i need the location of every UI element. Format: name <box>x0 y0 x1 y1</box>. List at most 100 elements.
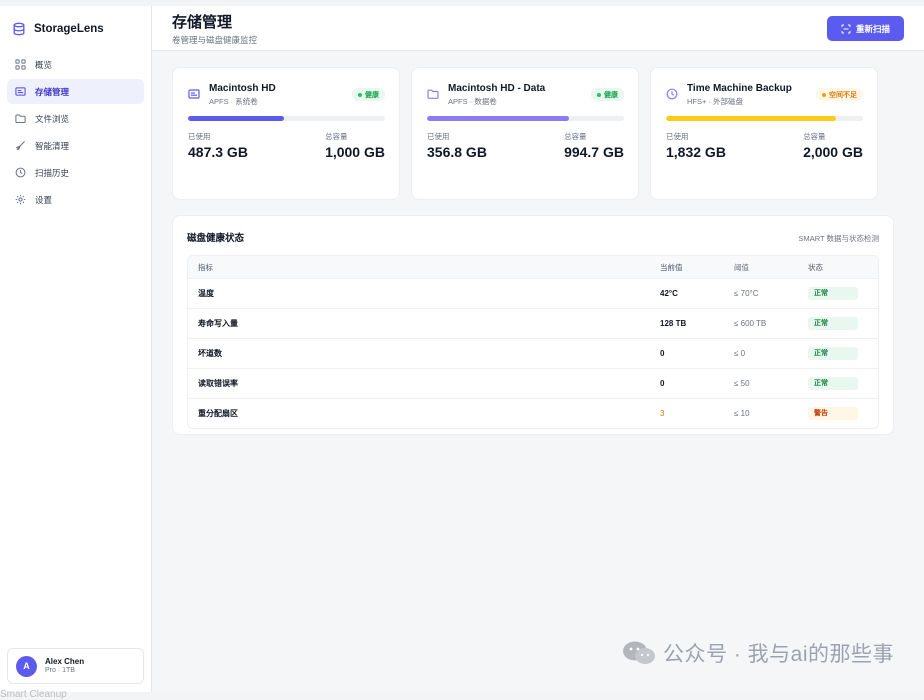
rescan-button[interactable]: 重新扫描 <box>827 16 904 41</box>
sidebar: StorageLens 概览 存储管理 文件浏览 智能清理 扫描历史 设置 A … <box>0 6 152 692</box>
sidebar-item-overview[interactable]: 概览 <box>7 52 144 77</box>
total-value: 2,000 GB <box>803 144 863 160</box>
value-cell: 0 <box>660 349 665 358</box>
sidebar-item-history[interactable]: 扫描历史 <box>7 160 144 185</box>
volume-name: Macintosh HD <box>209 83 276 94</box>
sidebar-item-storage[interactable]: 存储管理 <box>7 79 144 104</box>
volume-meta: APFS · 数据卷 <box>448 97 497 106</box>
status-badge: 正常 <box>808 347 858 360</box>
volume-meta: HFS+ · 外部磁盘 <box>687 97 744 106</box>
used-label: 已使用 <box>188 132 211 141</box>
disk-health-panel: 磁盘健康状态 SMART 数据与状态检测 指标 当前值 阈值 状态 温度 42°… <box>172 215 894 435</box>
status-badge: 正常 <box>808 317 858 330</box>
sidebar-item-label: 扫描历史 <box>35 167 70 178</box>
threshold-cell: ≤ 10 <box>734 409 750 418</box>
total-value: 994.7 GB <box>564 144 624 160</box>
sidebar-item-settings[interactable]: 设置 <box>7 187 144 212</box>
brand-name: StorageLens <box>34 23 104 35</box>
total-label: 总容量 <box>564 132 587 141</box>
metric-cell: 坏道数 <box>198 349 222 358</box>
section-title: 磁盘健康状态 <box>187 233 245 244</box>
usage-bar <box>427 116 624 121</box>
threshold-cell: ≤ 70°C <box>734 289 759 298</box>
clock-icon <box>666 88 679 101</box>
metric-cell: 读取错误率 <box>198 379 238 388</box>
status-dot <box>822 92 826 97</box>
volume-meta: APFS · 系统卷 <box>209 97 258 106</box>
total-value: 1,000 GB <box>325 144 385 160</box>
usage-bar-fill <box>188 116 284 121</box>
threshold-cell: ≤ 600 TB <box>734 319 767 328</box>
sidebar-item-files[interactable]: 文件浏览 <box>7 106 144 131</box>
total-label: 总容量 <box>325 132 348 141</box>
status-badge: 警告 <box>808 407 858 420</box>
main-content: 存储管理 卷管理与磁盘健康监控 重新扫描 Macintosh HD APFS ·… <box>152 6 924 692</box>
value-cell: 3 <box>660 409 665 418</box>
sidebar-item-label: 智能清理 <box>35 140 70 151</box>
column-header-metric: 指标 <box>198 262 213 272</box>
user-card[interactable]: A Alex Chen Pro · 1TB <box>7 648 144 684</box>
database-icon <box>12 22 26 36</box>
metric-cell: 温度 <box>198 289 214 298</box>
column-header-status: 状态 <box>808 262 823 272</box>
drive-icon <box>188 88 201 101</box>
drive-icon <box>15 86 26 97</box>
metric-cell: 寿命写入量 <box>198 319 238 328</box>
threshold-cell: ≤ 0 <box>734 349 746 358</box>
sidebar-item-label: 设置 <box>35 194 53 205</box>
status-badge: 正常 <box>808 287 858 300</box>
status-badge: 健康 <box>352 88 385 101</box>
sidebar-item-label: 存储管理 <box>35 86 70 97</box>
table-row: 寿命写入量 128 TB ≤ 600 TB 正常 <box>188 308 878 338</box>
volume-card[interactable]: Time Machine Backup HFS+ · 外部磁盘 空间不足 已使用… <box>650 67 878 200</box>
usage-bar-fill <box>427 116 569 121</box>
total-label: 总容量 <box>803 132 826 141</box>
status-dot <box>597 92 601 97</box>
watermark-text: 公众号 · 我与ai的那些事 <box>662 643 894 666</box>
status-badge: 正常 <box>808 377 858 390</box>
status-badge-label: 空间不足 <box>829 91 857 99</box>
app-window: StorageLens 概览 存储管理 文件浏览 智能清理 扫描历史 设置 A … <box>0 6 924 692</box>
folder-icon <box>15 113 26 124</box>
user-name: Alex Chen <box>45 656 85 666</box>
user-plan: Pro · 1TB <box>45 667 75 675</box>
watermark: 公众号 · 我与ai的那些事 <box>621 638 894 668</box>
caption-text: Smart Cleanup <box>0 689 67 700</box>
used-value: 487.3 GB <box>188 144 248 160</box>
health-table: 指标 当前值 阈值 状态 温度 42°C ≤ 70°C 正常 寿命写入量 128… <box>187 255 879 429</box>
sidebar-nav: 概览 存储管理 文件浏览 智能清理 扫描历史 设置 <box>0 50 151 216</box>
page-subtitle: 卷管理与磁盘健康监控 <box>172 35 258 45</box>
column-header-value: 当前值 <box>660 262 683 272</box>
threshold-cell: ≤ 50 <box>734 379 750 388</box>
usage-bar <box>188 116 385 121</box>
volume-card[interactable]: Macintosh HD APFS · 系统卷 健康 已使用 487.3 GB <box>172 67 400 200</box>
sidebar-item-label: 概览 <box>35 59 53 70</box>
broom-icon <box>15 140 26 151</box>
status-dot <box>358 92 362 97</box>
table-header: 指标 当前值 阈值 状态 <box>188 256 878 278</box>
metric-cell: 重分配扇区 <box>198 409 238 418</box>
table-row: 温度 42°C ≤ 70°C 正常 <box>188 278 878 308</box>
clock-icon <box>15 167 26 178</box>
folder-icon <box>427 88 440 101</box>
status-badge-label: 健康 <box>604 91 618 99</box>
status-badge-label: 健康 <box>365 91 379 99</box>
wechat-icon <box>621 640 657 666</box>
sidebar-item-label: 文件浏览 <box>35 113 70 124</box>
sidebar-item-cleanup[interactable]: 智能清理 <box>7 133 144 158</box>
used-value: 356.8 GB <box>427 144 487 160</box>
table-row: 坏道数 0 ≤ 0 正常 <box>188 338 878 368</box>
rescan-label: 重新扫描 <box>855 23 890 34</box>
value-cell: 128 TB <box>660 319 687 328</box>
used-label: 已使用 <box>666 132 689 141</box>
usage-bar-fill <box>666 116 837 121</box>
volume-card[interactable]: Macintosh HD - Data APFS · 数据卷 健康 已使用 35… <box>411 67 639 200</box>
gear-icon <box>15 194 26 205</box>
value-cell: 42°C <box>660 289 678 298</box>
page-title: 存储管理 <box>172 14 233 31</box>
avatar: A <box>16 655 37 677</box>
usage-bar <box>666 116 863 121</box>
column-header-threshold: 阈值 <box>734 262 749 272</box>
brand[interactable]: StorageLens <box>0 6 151 50</box>
status-badge: 健康 <box>591 88 624 101</box>
